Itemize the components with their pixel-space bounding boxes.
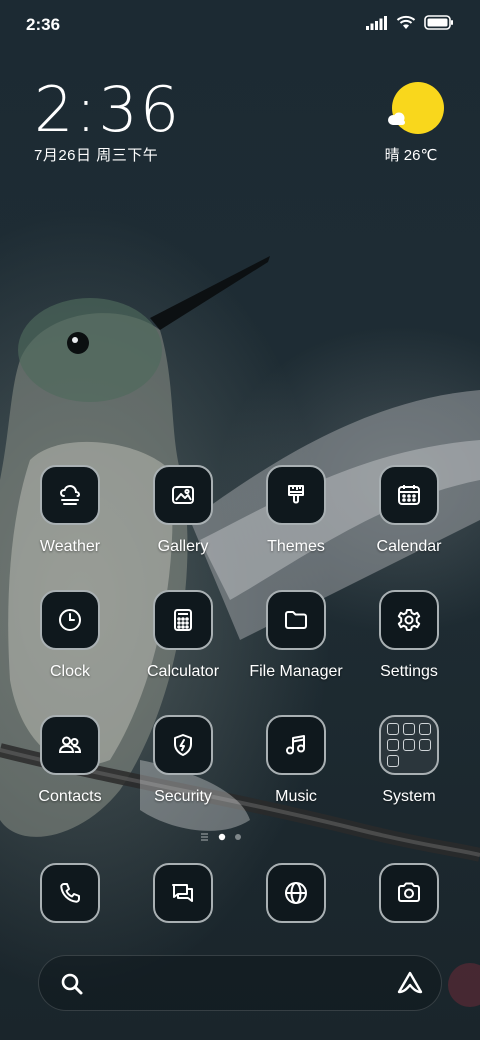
- themes-brush-icon: [266, 465, 326, 525]
- status-time: 2:36: [26, 15, 61, 34]
- page-dot: [235, 834, 241, 840]
- app-contacts[interactable]: Contacts: [14, 715, 126, 806]
- app-calculator[interactable]: Calculator: [127, 590, 239, 681]
- app-weather[interactable]: Weather: [14, 465, 126, 556]
- folder-icon: [266, 590, 326, 650]
- system-folder-grid: [387, 723, 431, 767]
- app-label-settings: Settings: [380, 663, 438, 680]
- gallery-icon: [153, 465, 213, 525]
- music-note-icon: [266, 715, 326, 775]
- signal-icon: [366, 15, 387, 30]
- camera-icon: [379, 863, 439, 923]
- folder-grid-icon: [379, 715, 439, 775]
- app-label-themes: Themes: [267, 538, 325, 555]
- page-indicator[interactable]: [200, 830, 280, 842]
- dock-phone[interactable]: [40, 863, 100, 923]
- app-label-clock: Clock: [49, 663, 90, 680]
- app-label-file-manager: File Manager: [249, 663, 343, 680]
- app-security[interactable]: Security: [127, 715, 239, 806]
- search-icon: [61, 973, 83, 995]
- shield-icon: [153, 715, 213, 775]
- feed-page-icon: [201, 833, 208, 841]
- app-system-folder[interactable]: System: [353, 715, 465, 806]
- app-label-security: Security: [154, 788, 212, 805]
- app-music[interactable]: Music: [240, 715, 352, 806]
- status-bar: 2:36: [0, 0, 480, 50]
- page-dot-active: [218, 833, 226, 841]
- widget-time: 2:36: [34, 73, 182, 146]
- widget-date: 7月26日 周三下午: [34, 147, 159, 164]
- app-clock[interactable]: Clock: [14, 590, 126, 681]
- contacts-icon: [40, 715, 100, 775]
- browser-globe-icon: [266, 863, 326, 923]
- messages-icon: [153, 863, 213, 923]
- clock-widget[interactable]: 2:36 7月26日 周三下午: [34, 78, 181, 165]
- app-label-contacts: Contacts: [38, 788, 102, 805]
- sun-icon: [392, 82, 444, 134]
- app-gallery[interactable]: Gallery: [127, 465, 239, 556]
- app-label-gallery: Gallery: [157, 538, 209, 555]
- app-label-weather: Weather: [39, 538, 101, 555]
- clock-icon: [40, 590, 100, 650]
- dock-camera[interactable]: [379, 863, 439, 923]
- cloud-icon: [388, 112, 405, 125]
- app-settings[interactable]: Settings: [353, 590, 465, 681]
- app-themes[interactable]: Themes: [240, 465, 352, 556]
- app-label-system: System: [382, 788, 436, 805]
- search-bar[interactable]: [38, 955, 442, 1011]
- dock-browser[interactable]: [266, 863, 326, 923]
- assistant-icon[interactable]: [395, 970, 425, 996]
- app-calendar[interactable]: Calendar: [353, 465, 465, 556]
- status-icons: [366, 15, 454, 30]
- dock-messages[interactable]: [153, 863, 213, 923]
- battery-icon: [424, 15, 453, 30]
- app-file-manager[interactable]: File Manager: [240, 590, 352, 681]
- calculator-icon: [153, 590, 213, 650]
- weather-summary: 晴 26℃: [384, 147, 438, 164]
- app-label-music: Music: [275, 788, 317, 805]
- calendar-icon: [379, 465, 439, 525]
- wifi-icon: [396, 15, 416, 29]
- phone-icon: [40, 863, 100, 923]
- gear-icon: [379, 590, 439, 650]
- app-label-calculator: Calculator: [146, 663, 220, 680]
- app-label-calendar: Calendar: [376, 538, 442, 555]
- weather-icon: [40, 465, 100, 525]
